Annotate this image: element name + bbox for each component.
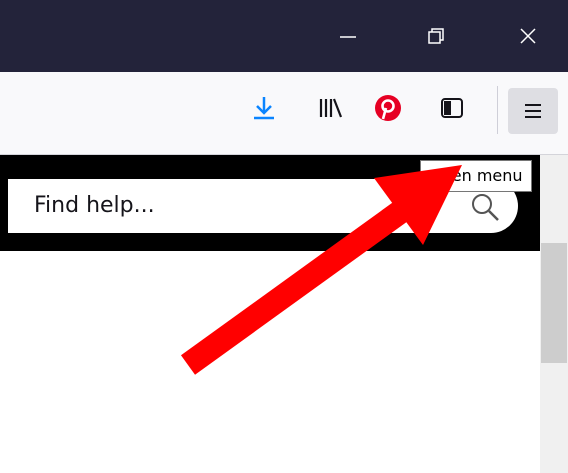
red-arrow-annotation bbox=[180, 165, 462, 375]
